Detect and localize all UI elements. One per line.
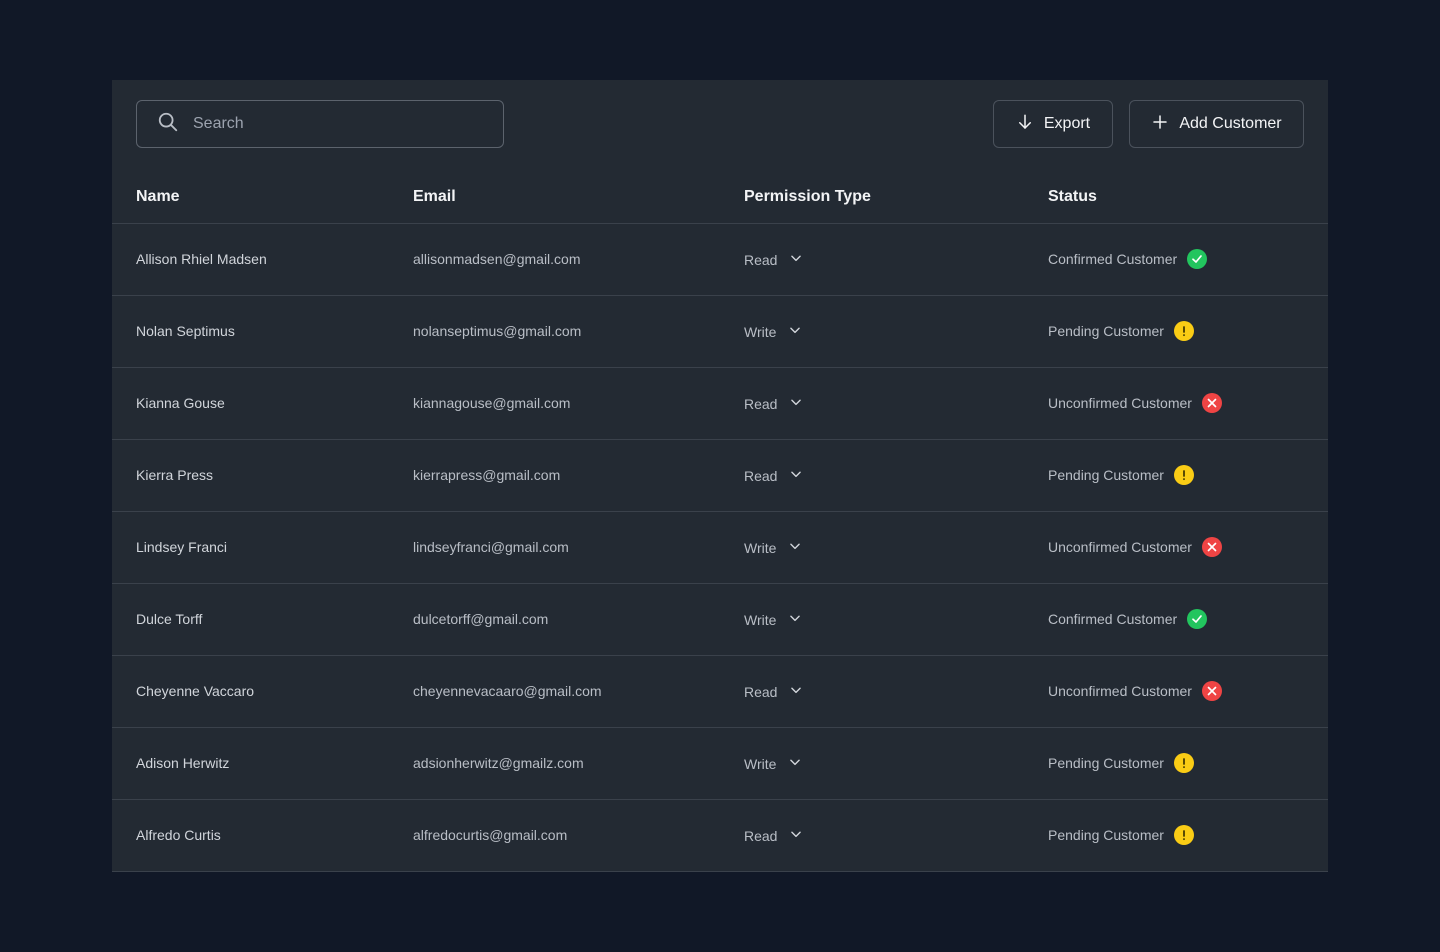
status-cell: Unconfirmed Customer [1048,681,1222,701]
chevron-down-icon [789,251,803,268]
table-row[interactable]: Adison Herwitz adsionherwitz@gmailz.com Wr… [112,728,1328,800]
status-label: Confirmed Customer [1048,611,1178,627]
table-header: Name Email Permission Type Status [112,172,1328,224]
column-header-email[interactable]: Email [413,188,456,206]
permission-type-dropdown[interactable]: Write [744,611,802,628]
permission-type-dropdown[interactable]: Read [744,683,803,700]
check-circle-icon [1187,609,1208,629]
add-customer-label: Add Customer [1179,115,1282,132]
chevron-down-icon [788,611,802,628]
exclamation-circle-icon [1173,321,1194,341]
customer-email: adsionherwitz@gmailz.com [413,755,584,771]
permission-type-dropdown[interactable]: Read [744,467,803,484]
permission-type-value: Read [744,395,778,412]
permission-type-value: Write [744,611,777,628]
customer-name: Cheyenne Vaccaro [136,683,255,699]
column-header-status[interactable]: Status [1048,188,1097,206]
permission-type-value: Read [744,683,778,700]
status-cell: Pending Customer [1048,321,1194,341]
customer-email: kierrapress@gmail.com [413,467,561,483]
status-cell: Confirmed Customer [1048,249,1208,269]
table-row[interactable]: Nolan Septimus nolanseptimus@gmail.com Wri… [112,296,1328,368]
chevron-down-icon [789,395,803,412]
table-row[interactable]: Cheyenne Vaccaro cheyennevacaaro@gmail.co… [112,656,1328,728]
table-row[interactable]: Kianna Gouse kiannagouse@gmail.com Read Unc… [112,368,1328,440]
permission-type-value: Read [744,467,778,484]
customer-name: Nolan Septimus [136,323,235,339]
customer-email: kiannagouse@gmail.com [413,395,571,411]
customer-name: Lindsey Franci [136,539,228,555]
permission-type-value: Write [744,755,777,772]
permission-type-dropdown[interactable]: Write [744,323,802,340]
status-label: Pending Customer [1048,467,1164,483]
x-circle-icon [1201,681,1222,701]
customers-panel: Export Add Customer Name Email Permissio… [112,80,1328,872]
x-circle-icon [1201,393,1222,413]
chevron-down-icon [789,683,803,700]
exclamation-circle-icon [1173,825,1194,845]
customer-name: Dulce Torff [136,611,203,627]
customer-name: Kierra Press [136,467,214,483]
customer-name: Kianna Gouse [136,395,225,411]
chevron-down-icon [788,323,802,340]
permission-type-value: Read [744,827,778,844]
status-label: Confirmed Customer [1048,251,1178,267]
chevron-down-icon [789,827,803,844]
permission-type-value: Write [744,323,777,340]
customer-email: cheyennevacaaro@gmail.com [413,683,602,699]
status-label: Pending Customer [1048,323,1164,339]
search-icon [157,111,179,138]
table-row[interactable]: Kierra Press kierrapress@gmail.com Read Pen… [112,440,1328,512]
customer-name: Alfredo Curtis [136,827,221,843]
status-label: Unconfirmed Customer [1048,539,1192,555]
status-cell: Pending Customer [1048,753,1194,773]
export-label: Export [1043,115,1091,132]
status-label: Unconfirmed Customer [1048,683,1192,699]
permission-type-dropdown[interactable]: Write [744,755,802,772]
status-label: Pending Customer [1048,755,1164,771]
search-box[interactable] [136,100,504,148]
status-label: Pending Customer [1048,827,1164,843]
customer-name: Adison Herwitz [136,755,230,771]
permission-type-value: Read [744,251,778,268]
x-circle-icon [1201,537,1222,557]
table-row[interactable]: Lindsey Franci lindseyfranci@gmail.com Wri… [112,512,1328,584]
plus-icon [1151,113,1169,136]
arrow-down-icon [1016,113,1034,136]
column-header-permission-type[interactable]: Permission Type [744,188,871,206]
exclamation-circle-icon [1173,465,1194,485]
permission-type-dropdown[interactable]: Read [744,827,803,844]
customer-email: nolanseptimus@gmail.com [413,323,582,339]
chevron-down-icon [788,755,802,772]
table-row[interactable]: Dulce Torff dulcetorff@gmail.com Write Conf… [112,584,1328,656]
column-header-name[interactable]: Name [136,188,180,206]
permission-type-dropdown[interactable]: Read [744,395,803,412]
permission-type-value: Write [744,539,777,556]
status-cell: Unconfirmed Customer [1048,537,1222,557]
search-input[interactable] [193,115,473,133]
status-cell: Unconfirmed Customer [1048,393,1222,413]
customer-email: dulcetorff@gmail.com [413,611,549,627]
status-cell: Pending Customer [1048,825,1194,845]
export-button[interactable]: Export [993,100,1113,148]
exclamation-circle-icon [1173,753,1194,773]
status-cell: Confirmed Customer [1048,609,1208,629]
toolbar: Export Add Customer [112,80,1328,172]
customer-email: allisonmadsen@gmail.com [413,251,581,267]
status-label: Unconfirmed Customer [1048,395,1192,411]
customer-email: lindseyfranci@gmail.com [413,539,569,555]
chevron-down-icon [788,539,802,556]
customer-name: Allison Rhiel Madsen [136,251,267,267]
check-circle-icon [1187,249,1208,269]
status-cell: Pending Customer [1048,465,1194,485]
customer-email: alfredocurtis@gmail.com [413,827,568,843]
add-customer-button[interactable]: Add Customer [1129,100,1304,148]
permission-type-dropdown[interactable]: Read [744,251,803,268]
permission-type-dropdown[interactable]: Write [744,539,802,556]
chevron-down-icon [789,467,803,484]
table-row[interactable]: Alfredo Curtis alfredocurtis@gmail.com Rea… [112,800,1328,872]
table-row[interactable]: Allison Rhiel Madsen allisonmadsen@gmail.… [112,224,1328,296]
